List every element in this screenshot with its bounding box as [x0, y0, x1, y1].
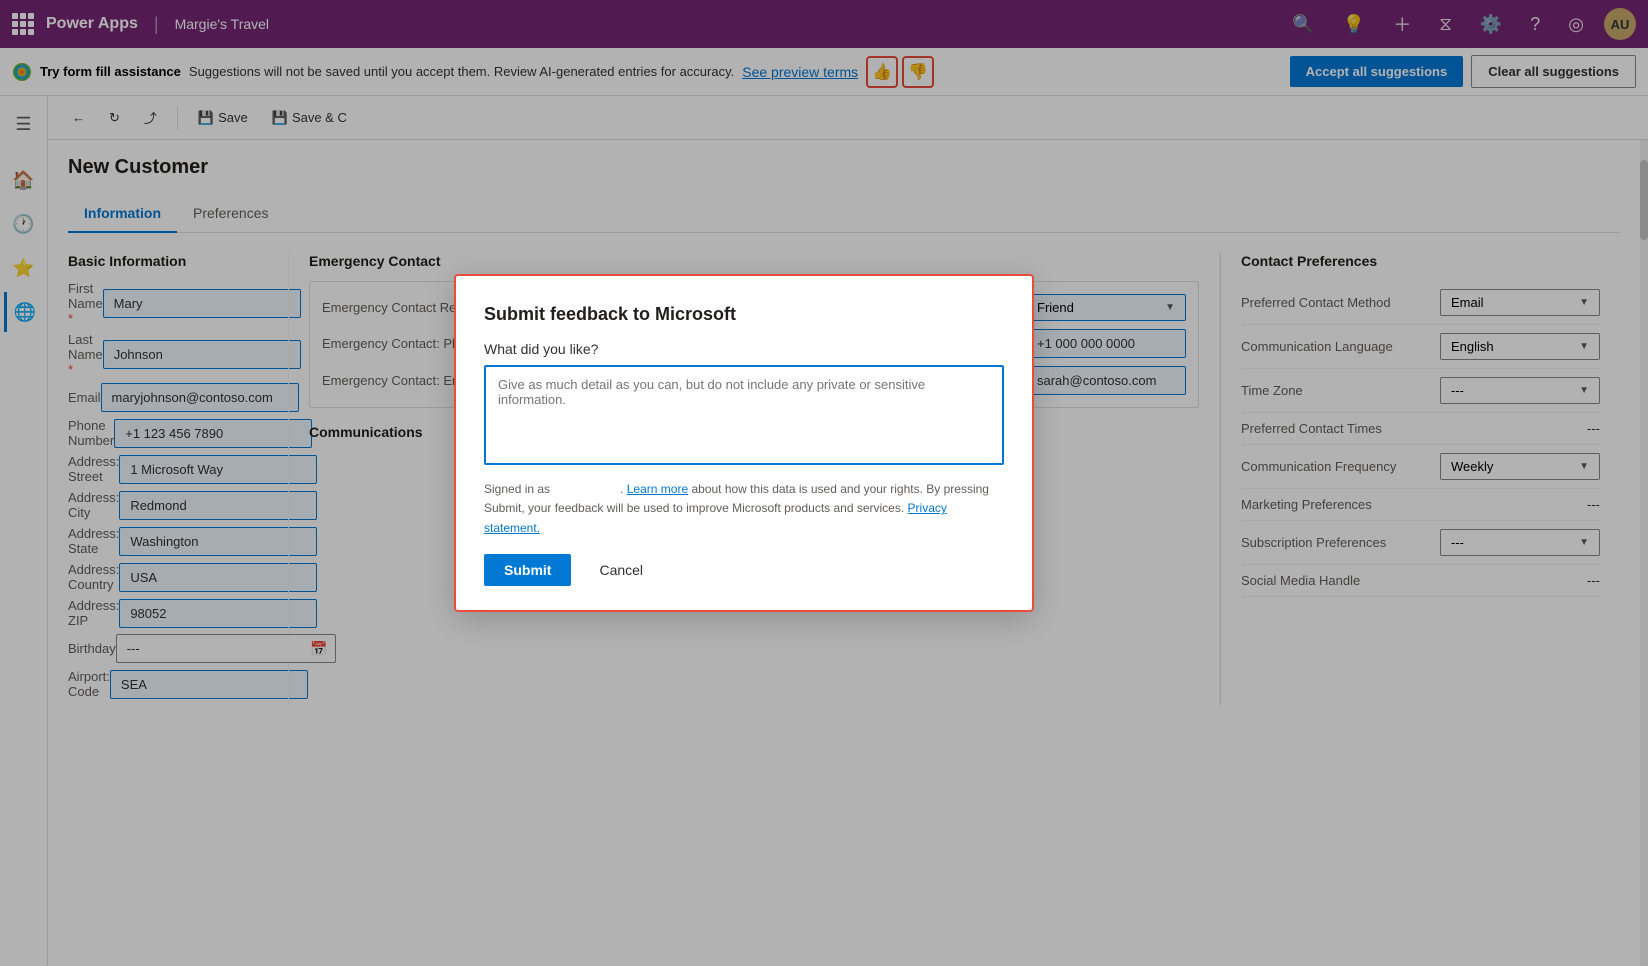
modal-overlay: Submit feedback to Microsoft What did yo…	[0, 0, 1648, 966]
modal-actions: Submit Cancel	[484, 554, 1004, 586]
modal-cancel-button[interactable]: Cancel	[579, 554, 663, 586]
modal-submit-button[interactable]: Submit	[484, 554, 571, 586]
modal-footer-text: Signed in as . Learn more about how this…	[484, 480, 1004, 538]
feedback-modal: Submit feedback to Microsoft What did yo…	[454, 274, 1034, 612]
signed-in-text: Signed in as .	[484, 482, 623, 496]
learn-more-link[interactable]: Learn more	[627, 482, 688, 496]
modal-question-label: What did you like?	[484, 341, 1004, 357]
modal-title: Submit feedback to Microsoft	[484, 304, 1004, 325]
modal-feedback-textarea[interactable]	[484, 365, 1004, 465]
